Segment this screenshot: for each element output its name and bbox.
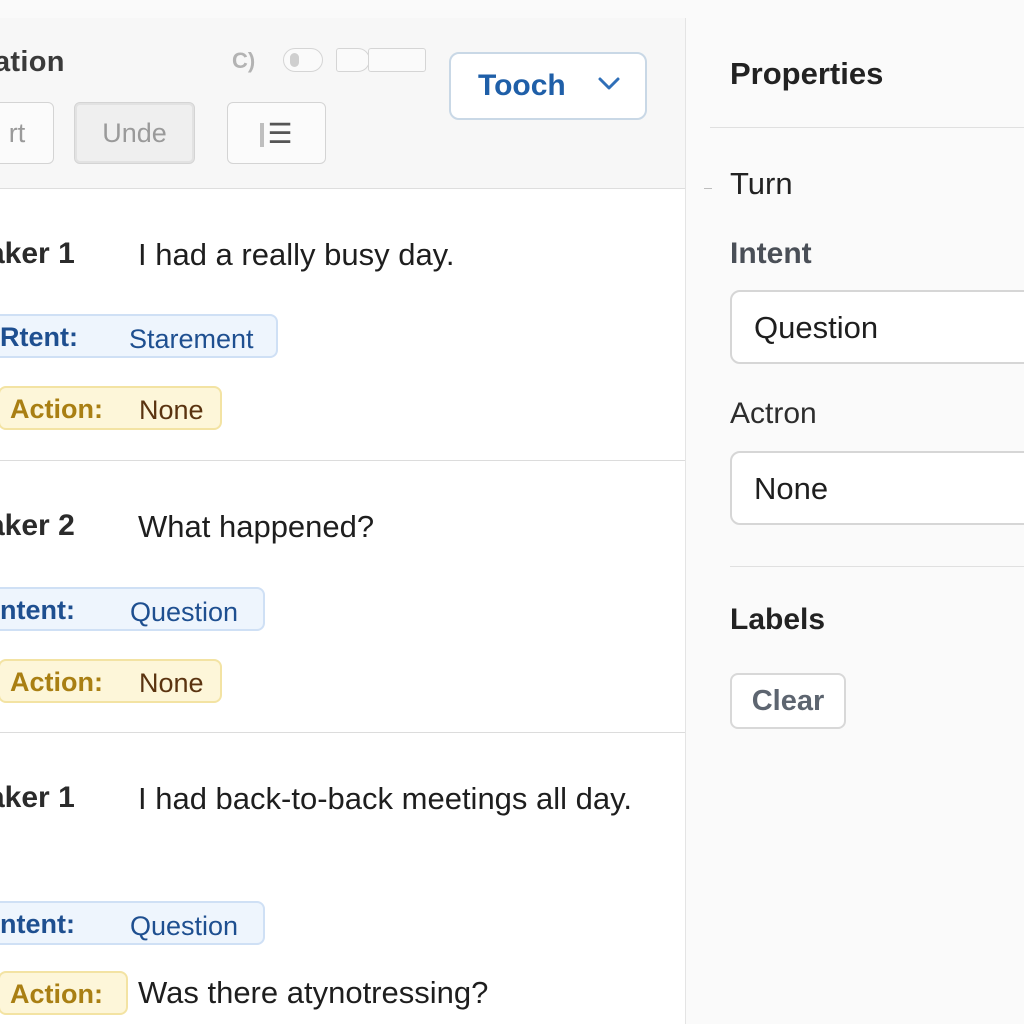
divider	[704, 188, 712, 189]
action-label: Actron	[730, 397, 817, 430]
toolbar: ation C) rt Unde ☰ Tooch	[0, 18, 685, 189]
intent-tag-value: Starement	[129, 324, 254, 354]
turn-row[interactable]: aker 1 I had a really busy day. Rtent: S…	[0, 189, 685, 461]
intent-tag[interactable]: Rtent: Starement	[0, 314, 278, 358]
toggle-segment-left[interactable]	[336, 48, 370, 72]
intent-field[interactable]: Question	[730, 290, 1024, 364]
intent-tag-key: ntent:	[0, 909, 75, 939]
action-tag-value: Was there atynotressing?	[138, 975, 489, 1010]
action-tag-key: Action:	[10, 667, 103, 697]
conversation-title: ation	[0, 46, 65, 78]
intent-field-value: Question	[754, 310, 879, 345]
utterance-text: What happened?	[138, 509, 375, 544]
toggle-segment-right[interactable]	[368, 48, 426, 72]
utterance-text: I had a really busy day.	[138, 237, 455, 272]
action-tag-key: Action:	[10, 394, 103, 424]
turn-row[interactable]: aker 2 What happened? ntent: Question Ac…	[0, 461, 685, 733]
action-tag-value: None	[139, 668, 204, 698]
intent-tag[interactable]: ntent: Question	[0, 587, 265, 631]
toggle-switch[interactable]	[283, 48, 323, 72]
intent-tag[interactable]: ntent: Question	[0, 901, 265, 945]
toolbar-c-label: C)	[232, 48, 256, 73]
conversation-pane: ation C) rt Unde ☰ Tooch aker 1 I had a …	[0, 18, 686, 1024]
turn-label: Turn	[730, 166, 793, 201]
chevron-down-icon	[598, 77, 620, 90]
properties-title: Properties	[730, 56, 884, 91]
action-tag-value: None	[139, 395, 204, 425]
divider	[710, 127, 1024, 128]
view-toggle-button[interactable]: ☰	[227, 102, 326, 164]
intent-tag-key: ntent:	[0, 595, 75, 625]
action-tag[interactable]: Action:	[0, 971, 128, 1015]
intent-label: Intent	[730, 237, 812, 270]
undo-button[interactable]: Unde	[74, 102, 195, 164]
start-button[interactable]: rt	[0, 102, 54, 164]
clear-button[interactable]: Clear	[730, 673, 846, 729]
speaker-label: aker 2	[0, 509, 75, 542]
speaker-label: aker 1	[0, 781, 75, 814]
speaker-label: aker 1	[0, 237, 75, 270]
top-bar	[0, 0, 1024, 19]
action-tag[interactable]: Action: None	[0, 659, 222, 703]
turn-row[interactable]: aker 1 I had back-to-back meetings all d…	[0, 733, 685, 1024]
labels-heading: Labels	[730, 603, 826, 636]
intent-tag-value: Question	[130, 597, 239, 627]
intent-tag-key: Rtent:	[0, 322, 78, 352]
utterance-text: I had back-to-back meetings all day.	[138, 781, 632, 816]
mode-dropdown-label: Tooch	[478, 69, 566, 102]
mode-dropdown[interactable]: Tooch	[449, 52, 647, 120]
list-icon: ☰	[260, 117, 293, 150]
action-tag[interactable]: Action: None	[0, 386, 222, 430]
action-field-value: None	[754, 471, 829, 506]
properties-panel: Properties Turn Intent Question Actron N…	[686, 18, 1024, 1024]
intent-tag-value: Question	[130, 911, 239, 941]
divider	[730, 566, 1024, 567]
action-tag-key: Action:	[10, 979, 103, 1009]
action-field[interactable]: None	[730, 451, 1024, 525]
